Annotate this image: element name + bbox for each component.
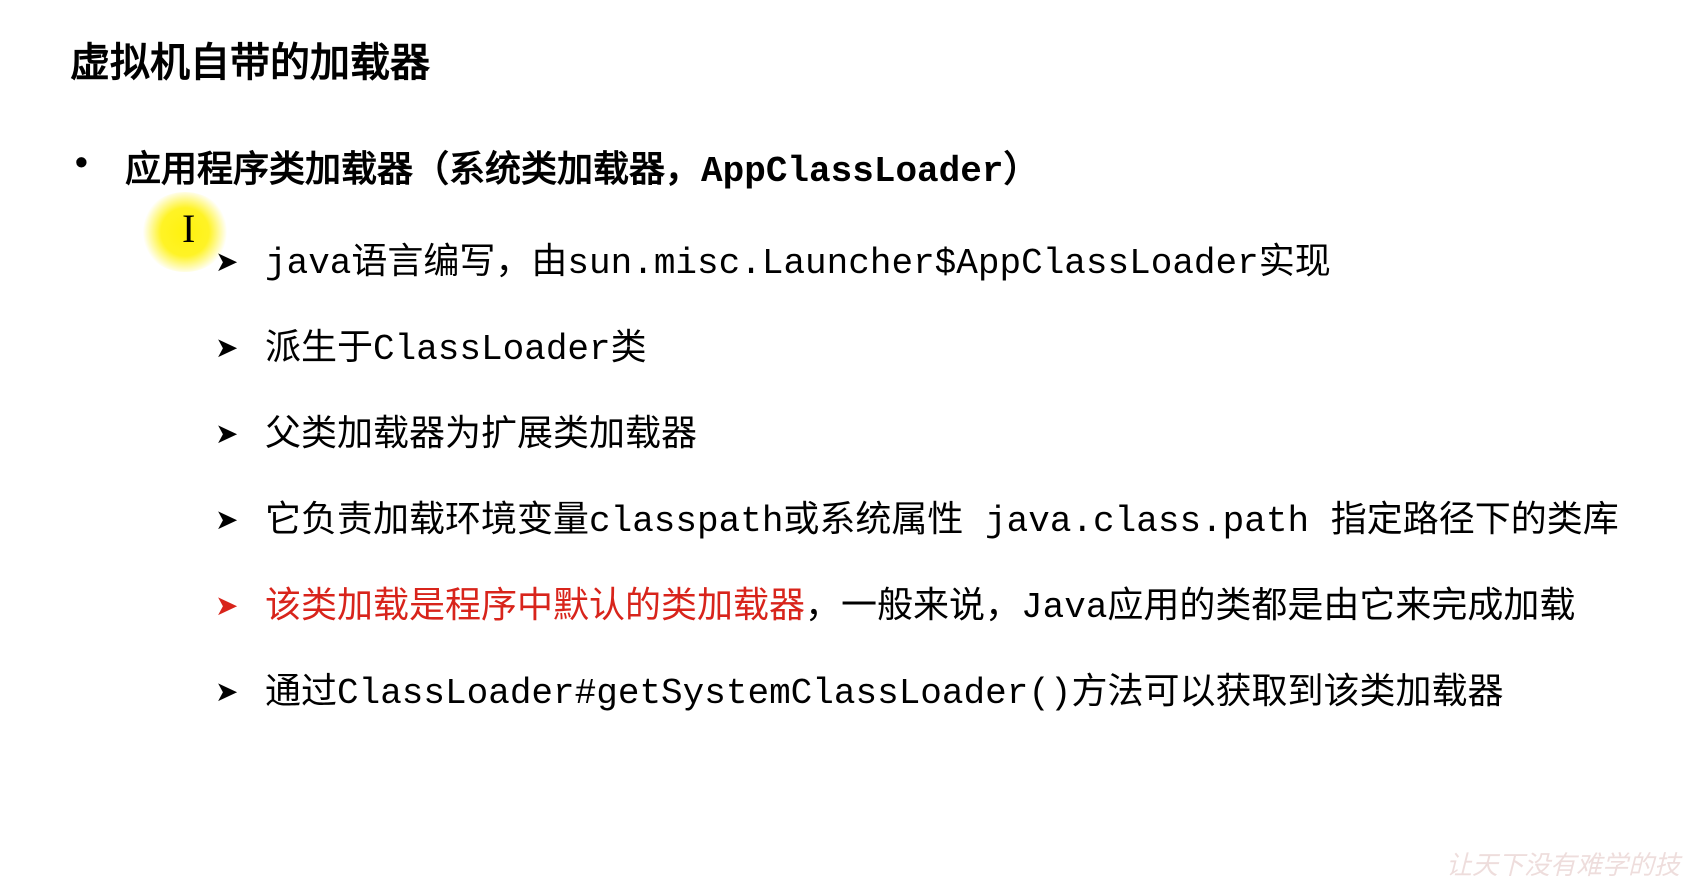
sub-item-text: 通过ClassLoader#getSystemClassLoader()方法可以… bbox=[265, 673, 1504, 714]
slide-title: 虚拟机自带的加载器 bbox=[70, 30, 1628, 89]
arrow-icon: ➤ bbox=[215, 585, 238, 627]
arrow-icon: ➤ bbox=[215, 499, 238, 541]
main-text-prefix: 应用程序类加载器（系统类加载器， bbox=[125, 148, 701, 189]
arrow-icon: ➤ bbox=[215, 327, 238, 369]
sub-bullet-list: ➤ java语言编写，由sun.misc.Launcher$AppClassLo… bbox=[125, 237, 1628, 721]
sub-item-text: 派生于ClassLoader类 bbox=[265, 329, 647, 370]
main-bullet-text: 应用程序类加载器（系统类加载器，AppClassLoader） bbox=[125, 144, 1628, 197]
sub-item: ➤ 父类加载器为扩展类加载器 bbox=[215, 409, 1628, 463]
sub-item: ➤ 派生于ClassLoader类 bbox=[215, 323, 1628, 377]
arrow-icon: ➤ bbox=[215, 241, 238, 283]
main-bullet-item: 应用程序类加载器（系统类加载器，AppClassLoader） ➤ java语言… bbox=[70, 144, 1628, 721]
sub-item-text: java语言编写，由sun.misc.Launcher$AppClassLoad… bbox=[265, 243, 1331, 284]
sub-item: ➤ 它负责加载环境变量classpath或系统属性 java.class.pat… bbox=[215, 495, 1628, 549]
watermark-text: 让天下没有难学的技 bbox=[1446, 845, 1680, 882]
main-bullet-list: 应用程序类加载器（系统类加载器，AppClassLoader） ➤ java语言… bbox=[70, 144, 1628, 721]
sub-item: ➤ java语言编写，由sun.misc.Launcher$AppClassLo… bbox=[215, 237, 1628, 291]
sub-item: ➤ 通过ClassLoader#getSystemClassLoader()方法… bbox=[215, 667, 1628, 721]
highlighted-text: 该类加载是程序中默认的类加载器 bbox=[265, 587, 805, 628]
sub-item-highlighted: ➤ 该类加载是程序中默认的类加载器，一般来说，Java应用的类都是由它来完成加载 bbox=[215, 581, 1628, 635]
main-text-mono: AppClassLoader bbox=[701, 151, 1003, 192]
arrow-icon: ➤ bbox=[215, 671, 238, 713]
sub-item-text: 它负责加载环境变量classpath或系统属性 java.class.path … bbox=[265, 501, 1619, 542]
sub-item-text: 该类加载是程序中默认的类加载器，一般来说，Java应用的类都是由它来完成加载 bbox=[265, 587, 1575, 628]
sub-item-text: 父类加载器为扩展类加载器 bbox=[265, 415, 697, 456]
sub-item-rest: ，一般来说，Java应用的类都是由它来完成加载 bbox=[805, 587, 1575, 628]
arrow-icon: ➤ bbox=[215, 413, 238, 455]
main-text-suffix: ） bbox=[1003, 148, 1039, 189]
